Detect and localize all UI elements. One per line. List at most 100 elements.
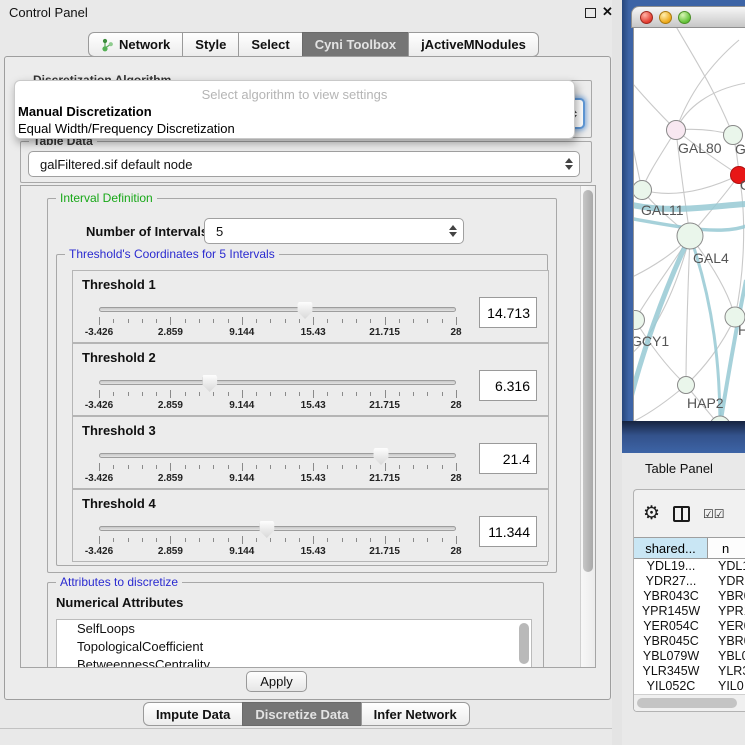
node-label-hap2: HAP2 <box>687 395 724 411</box>
table-panel: ⚙ ☑☑ shared... n YDL19...YDL1YDR27...YDR… <box>633 489 745 712</box>
threshold-1-value-field[interactable] <box>479 297 537 328</box>
network-window-bottom-frame <box>622 421 745 453</box>
list-item[interactable]: TopologicalCoefficient <box>57 638 531 656</box>
node-table: shared... n YDL19...YDL1YDR27...YDR2YBR0… <box>634 537 745 711</box>
node-gal80[interactable] <box>667 121 686 140</box>
zoom-window-icon[interactable] <box>678 11 691 24</box>
node-label-gal4: GAL4 <box>693 250 729 266</box>
threshold-4-value-field[interactable] <box>479 516 537 547</box>
algorithm-option-manual[interactable]: Manual Discretization <box>15 103 574 120</box>
apply-button[interactable]: Apply <box>246 671 307 692</box>
tab-cyni-toolbox[interactable]: Cyni Toolbox <box>302 32 409 57</box>
panel-splitter[interactable] <box>612 0 622 745</box>
numerical-attributes-label: Numerical Attributes <box>56 595 183 610</box>
number-of-intervals-combobox[interactable]: 5 <box>204 218 464 244</box>
network-icon <box>101 38 114 52</box>
settings-vertical-scrollbar[interactable] <box>580 186 595 667</box>
control-panel-tabs: Network Style Select Cyni Toolbox jActiv… <box>88 32 539 57</box>
control-panel-titlebar: Control Panel ✕ <box>0 0 617 24</box>
combo-stepper-icon <box>443 225 463 237</box>
network-canvas[interactable]: GAL80 GA C GAL11 GAL4 GCY1 H HAP2 <box>633 28 745 421</box>
select-columns-icon[interactable]: ☑☑ <box>703 507 725 521</box>
table-body: YDL19...YDL1YDR27...YDR2YBR043CYBR0YPR14… <box>634 559 745 694</box>
combo-stepper-icon <box>559 158 579 170</box>
table-row[interactable]: YBR043CYBR0 <box>634 589 745 604</box>
tab-network[interactable]: Network <box>88 32 183 57</box>
network-view-window: GAL80 GA C GAL11 GAL4 GCY1 H HAP2 <box>622 0 745 453</box>
node-label-h-partial: H <box>738 322 745 338</box>
threshold-3-label: Threshold 3 <box>82 423 156 438</box>
table-row[interactable]: YBL079WYBL0 <box>634 649 745 664</box>
number-of-intervals-label: Number of Intervals <box>86 224 208 239</box>
table-row[interactable]: YPR145WYPR1 <box>634 604 745 619</box>
number-of-intervals-value: 5 <box>205 224 443 239</box>
numerical-attributes-list[interactable]: SelfLoopsTopologicalCoefficientBetweenne… <box>56 619 532 668</box>
settings-scrollpane: Interval Definition Number of Intervals … <box>20 185 596 668</box>
threshold-1-slider[interactable]: -3.4262.8599.14415.4321.71528 <box>99 305 456 341</box>
node-label-gal11: GAL11 <box>641 202 684 218</box>
tab-discretize-data[interactable]: Discretize Data <box>242 702 361 726</box>
tab-style[interactable]: Style <box>182 32 239 57</box>
threshold-4-panel: Threshold 4 -3.4262.8599.14415.4321.7152… <box>72 489 549 562</box>
tab-jactivemnodules[interactable]: jActiveMNodules <box>408 32 539 57</box>
list-scrollbar[interactable] <box>519 623 529 664</box>
algorithm-dropdown-popup: Select algorithm to view settings Manual… <box>14 80 575 139</box>
list-item[interactable]: BetweennessCentrality <box>57 656 531 668</box>
node-gcy1[interactable] <box>634 311 645 330</box>
tab-network-label: Network <box>119 37 170 52</box>
threshold-4-slider[interactable]: -3.4262.8599.14415.4321.71528 <box>99 524 456 560</box>
threshold-2-label: Threshold 2 <box>82 350 156 365</box>
interval-definition-group: Interval Definition Number of Intervals … <box>47 198 557 573</box>
tab-impute-data[interactable]: Impute Data <box>143 702 243 726</box>
list-item[interactable]: SelfLoops <box>57 620 531 638</box>
interval-definition-title: Interval Definition <box>56 191 157 205</box>
node-gal11[interactable] <box>634 181 652 200</box>
node-label-c-partial: C <box>740 177 745 193</box>
table-horizontal-scrollbar[interactable] <box>634 694 745 711</box>
algorithm-dropdown-hint: Select algorithm to view settings <box>15 81 574 103</box>
application-root: Control Panel ✕ Network Style Select Cyn… <box>0 0 745 745</box>
threshold-4-label: Threshold 4 <box>82 496 156 511</box>
table-header: shared... n <box>634 538 745 559</box>
thresholds-group-title: Threshold's Coordinates for 5 Intervals <box>65 247 279 261</box>
algorithm-option-equal-width[interactable]: Equal Width/Frequency Discretization <box>15 120 574 137</box>
threshold-3-panel: Threshold 3 -3.4262.8599.14415.4321.7152… <box>72 416 549 489</box>
column-header-name[interactable]: n <box>708 538 745 558</box>
table-row[interactable]: YIL052CYIL0 <box>634 679 745 694</box>
node-gal4[interactable] <box>677 223 703 249</box>
gear-icon[interactable]: ⚙ <box>643 504 660 523</box>
table-toolbar: ⚙ ☑☑ <box>634 490 745 537</box>
threshold-2-slider[interactable]: -3.4262.8599.14415.4321.71528 <box>99 378 456 414</box>
table-panel-titlebar: Table Panel <box>622 453 745 483</box>
threshold-2-value-field[interactable] <box>479 370 537 401</box>
table-data-combobox[interactable]: galFiltered.sif default node <box>28 151 580 177</box>
columns-icon[interactable] <box>673 506 690 522</box>
table-row[interactable]: YER054CYER0 <box>634 619 745 634</box>
table-panel-title: Table Panel <box>645 461 713 476</box>
table-row[interactable]: YLR345WYLR3 <box>634 664 745 679</box>
tab-infer-network[interactable]: Infer Network <box>361 702 470 726</box>
threshold-3-slider[interactable]: -3.4262.8599.14415.4321.71528 <box>99 451 456 487</box>
tab-select[interactable]: Select <box>238 32 302 57</box>
table-row[interactable]: YDL19...YDL1 <box>634 559 745 574</box>
panel-bottom-border <box>0 728 617 729</box>
close-window-icon[interactable] <box>640 11 653 24</box>
table-row[interactable]: YDR27...YDR2 <box>634 574 745 589</box>
float-window-icon[interactable] <box>585 8 596 18</box>
attributes-group-title: Attributes to discretize <box>56 575 182 589</box>
network-window-titlebar[interactable] <box>631 6 745 28</box>
column-header-shared[interactable]: shared... <box>634 538 708 558</box>
threshold-1-panel: Threshold 1 -3.4262.8599.14415.4321.7152… <box>72 270 549 343</box>
threshold-3-value-field[interactable] <box>479 443 537 474</box>
node-hap2[interactable] <box>678 377 695 394</box>
table-data-combobox-value: galFiltered.sif default node <box>29 157 559 172</box>
minimize-window-icon[interactable] <box>659 11 672 24</box>
threshold-2-panel: Threshold 2 -3.4262.8599.14415.4321.7152… <box>72 343 549 416</box>
scrollbar-thumb[interactable] <box>637 698 737 708</box>
threshold-1-label: Threshold 1 <box>82 277 156 292</box>
scrollbar-thumb[interactable] <box>583 190 593 572</box>
thresholds-group: Threshold's Coordinates for 5 Intervals … <box>56 254 548 566</box>
table-row[interactable]: YBR045CYBR0 <box>634 634 745 649</box>
attributes-group: Attributes to discretize Numerical Attri… <box>47 582 544 668</box>
node-label-gcy1: GCY1 <box>634 333 669 349</box>
